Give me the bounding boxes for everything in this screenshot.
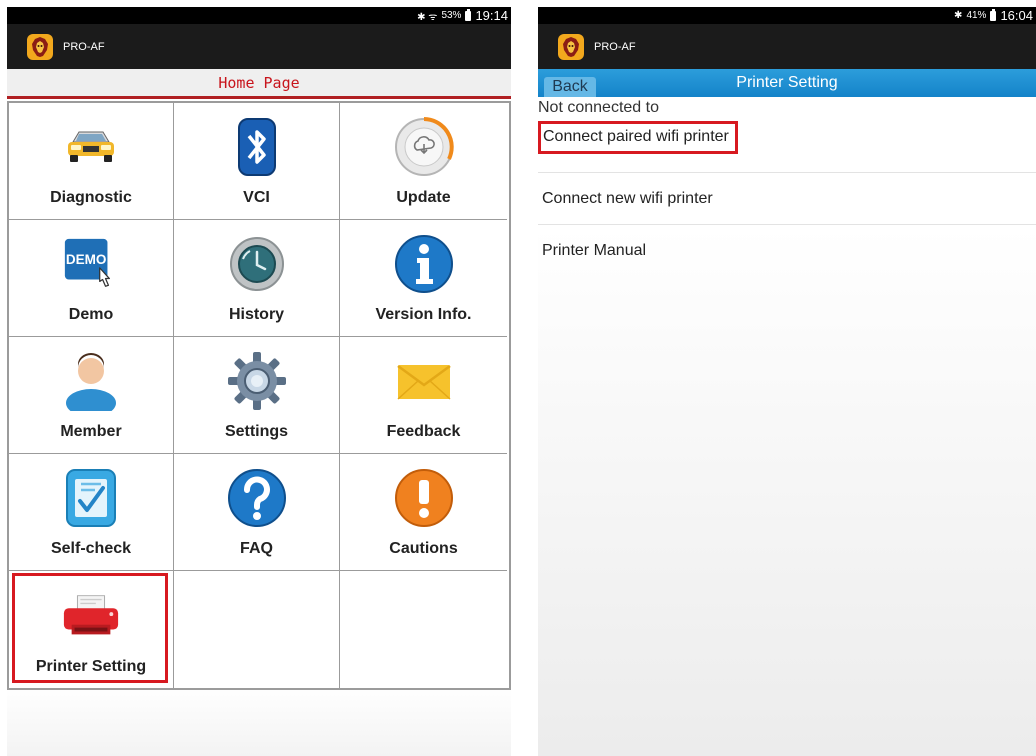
- menu-item-connect-new[interactable]: Connect new wifi printer: [538, 173, 1036, 225]
- tile-update[interactable]: Update: [340, 103, 507, 220]
- lion-logo-icon: [558, 33, 584, 60]
- demo-icon: DEMO: [61, 234, 121, 294]
- tile-settings[interactable]: Settings: [174, 337, 340, 454]
- tile-faq[interactable]: FAQ: [174, 454, 340, 571]
- home-grid: Diagnostic VCI Update DEMO Demo History …: [7, 101, 511, 690]
- empty-tile: [174, 571, 340, 688]
- tile-label: Demo: [68, 306, 114, 323]
- tile-label: Member: [60, 423, 122, 440]
- status-bar: ✱ 41% 16:04: [538, 7, 1036, 24]
- highlight-box: [12, 573, 168, 683]
- info-icon: [394, 234, 454, 294]
- empty-tile: [340, 571, 507, 688]
- tile-demo[interactable]: DEMO Demo: [7, 220, 174, 337]
- menu-item-label: Connect new wifi printer: [542, 189, 713, 207]
- lion-logo-icon: [27, 33, 53, 60]
- demo-badge-text: DEMO: [66, 252, 107, 267]
- tile-self-check[interactable]: Self-check: [7, 454, 174, 571]
- battery-percent: 53%: [441, 10, 462, 21]
- status-indicators: ✱ ᯤ: [417, 11, 438, 23]
- tile-label: Diagnostic: [50, 189, 132, 206]
- app-title: PRO-AF: [594, 40, 636, 53]
- tile-label: Settings: [224, 423, 289, 440]
- app-title: PRO-AF: [63, 40, 105, 53]
- tile-label: Feedback: [386, 423, 461, 440]
- tile-vci[interactable]: VCI: [174, 103, 340, 220]
- tile-label: Update: [396, 189, 451, 206]
- connection-status: Not connected to: [538, 99, 659, 116]
- menu-item-printer-manual[interactable]: Printer Manual: [538, 225, 1036, 277]
- tile-diagnostic[interactable]: Diagnostic: [7, 103, 174, 220]
- title-bar: Back Printer Setting: [538, 69, 1036, 97]
- question-icon: [227, 468, 287, 528]
- cloud-download-icon: [394, 117, 454, 177]
- envelope-icon: [394, 351, 454, 411]
- tile-label: Version Info.: [375, 306, 472, 323]
- gear-icon: [227, 351, 287, 411]
- battery-icon: [465, 8, 472, 21]
- back-button[interactable]: Back: [544, 77, 596, 97]
- tile-printer-setting[interactable]: Printer Setting: [7, 571, 174, 688]
- menu-item-label: Printer Manual: [542, 242, 647, 259]
- printer-setting-screen: ✱ 41% 16:04 PRO-AF Back Printer Setting …: [538, 7, 1036, 756]
- tile-label: Self-check: [50, 540, 132, 557]
- menu-item-label: Connect paired wifi printer: [538, 121, 738, 154]
- tile-cautions[interactable]: Cautions: [340, 454, 507, 571]
- tile-history[interactable]: History: [174, 220, 340, 337]
- app-action-bar: PRO-AF: [7, 24, 511, 69]
- battery-percent: 41%: [966, 10, 987, 21]
- history-icon: [227, 234, 287, 294]
- home-screen: ✱ ᯤ 53% 19:14 PRO-AF Home Page Diagnosti…: [7, 7, 511, 756]
- person-icon: [61, 351, 121, 411]
- status-indicators: ✱: [954, 10, 963, 21]
- bluetooth-icon: [227, 117, 287, 177]
- menu-item-connect-paired[interactable]: Connect paired wifi printer: [538, 117, 1036, 173]
- tile-version-info[interactable]: Version Info.: [340, 220, 507, 337]
- app-action-bar: PRO-AF: [538, 24, 1036, 69]
- status-time: 19:14: [475, 8, 508, 23]
- tile-label: VCI: [243, 189, 270, 206]
- tile-member[interactable]: Member: [7, 337, 174, 454]
- checklist-icon: [61, 468, 121, 528]
- battery-icon: [990, 8, 997, 21]
- tile-feedback[interactable]: Feedback: [340, 337, 507, 454]
- status-time: 16:04: [1000, 8, 1033, 23]
- page-title: Printer Setting: [736, 74, 838, 91]
- tile-label: FAQ: [240, 540, 273, 557]
- tile-label: History: [228, 306, 285, 323]
- page-title: Home Page: [7, 69, 511, 99]
- car-icon: [61, 117, 121, 177]
- status-bar: ✱ ᯤ 53% 19:14: [7, 7, 511, 24]
- tile-label: Cautions: [389, 540, 458, 557]
- exclamation-icon: [394, 468, 454, 528]
